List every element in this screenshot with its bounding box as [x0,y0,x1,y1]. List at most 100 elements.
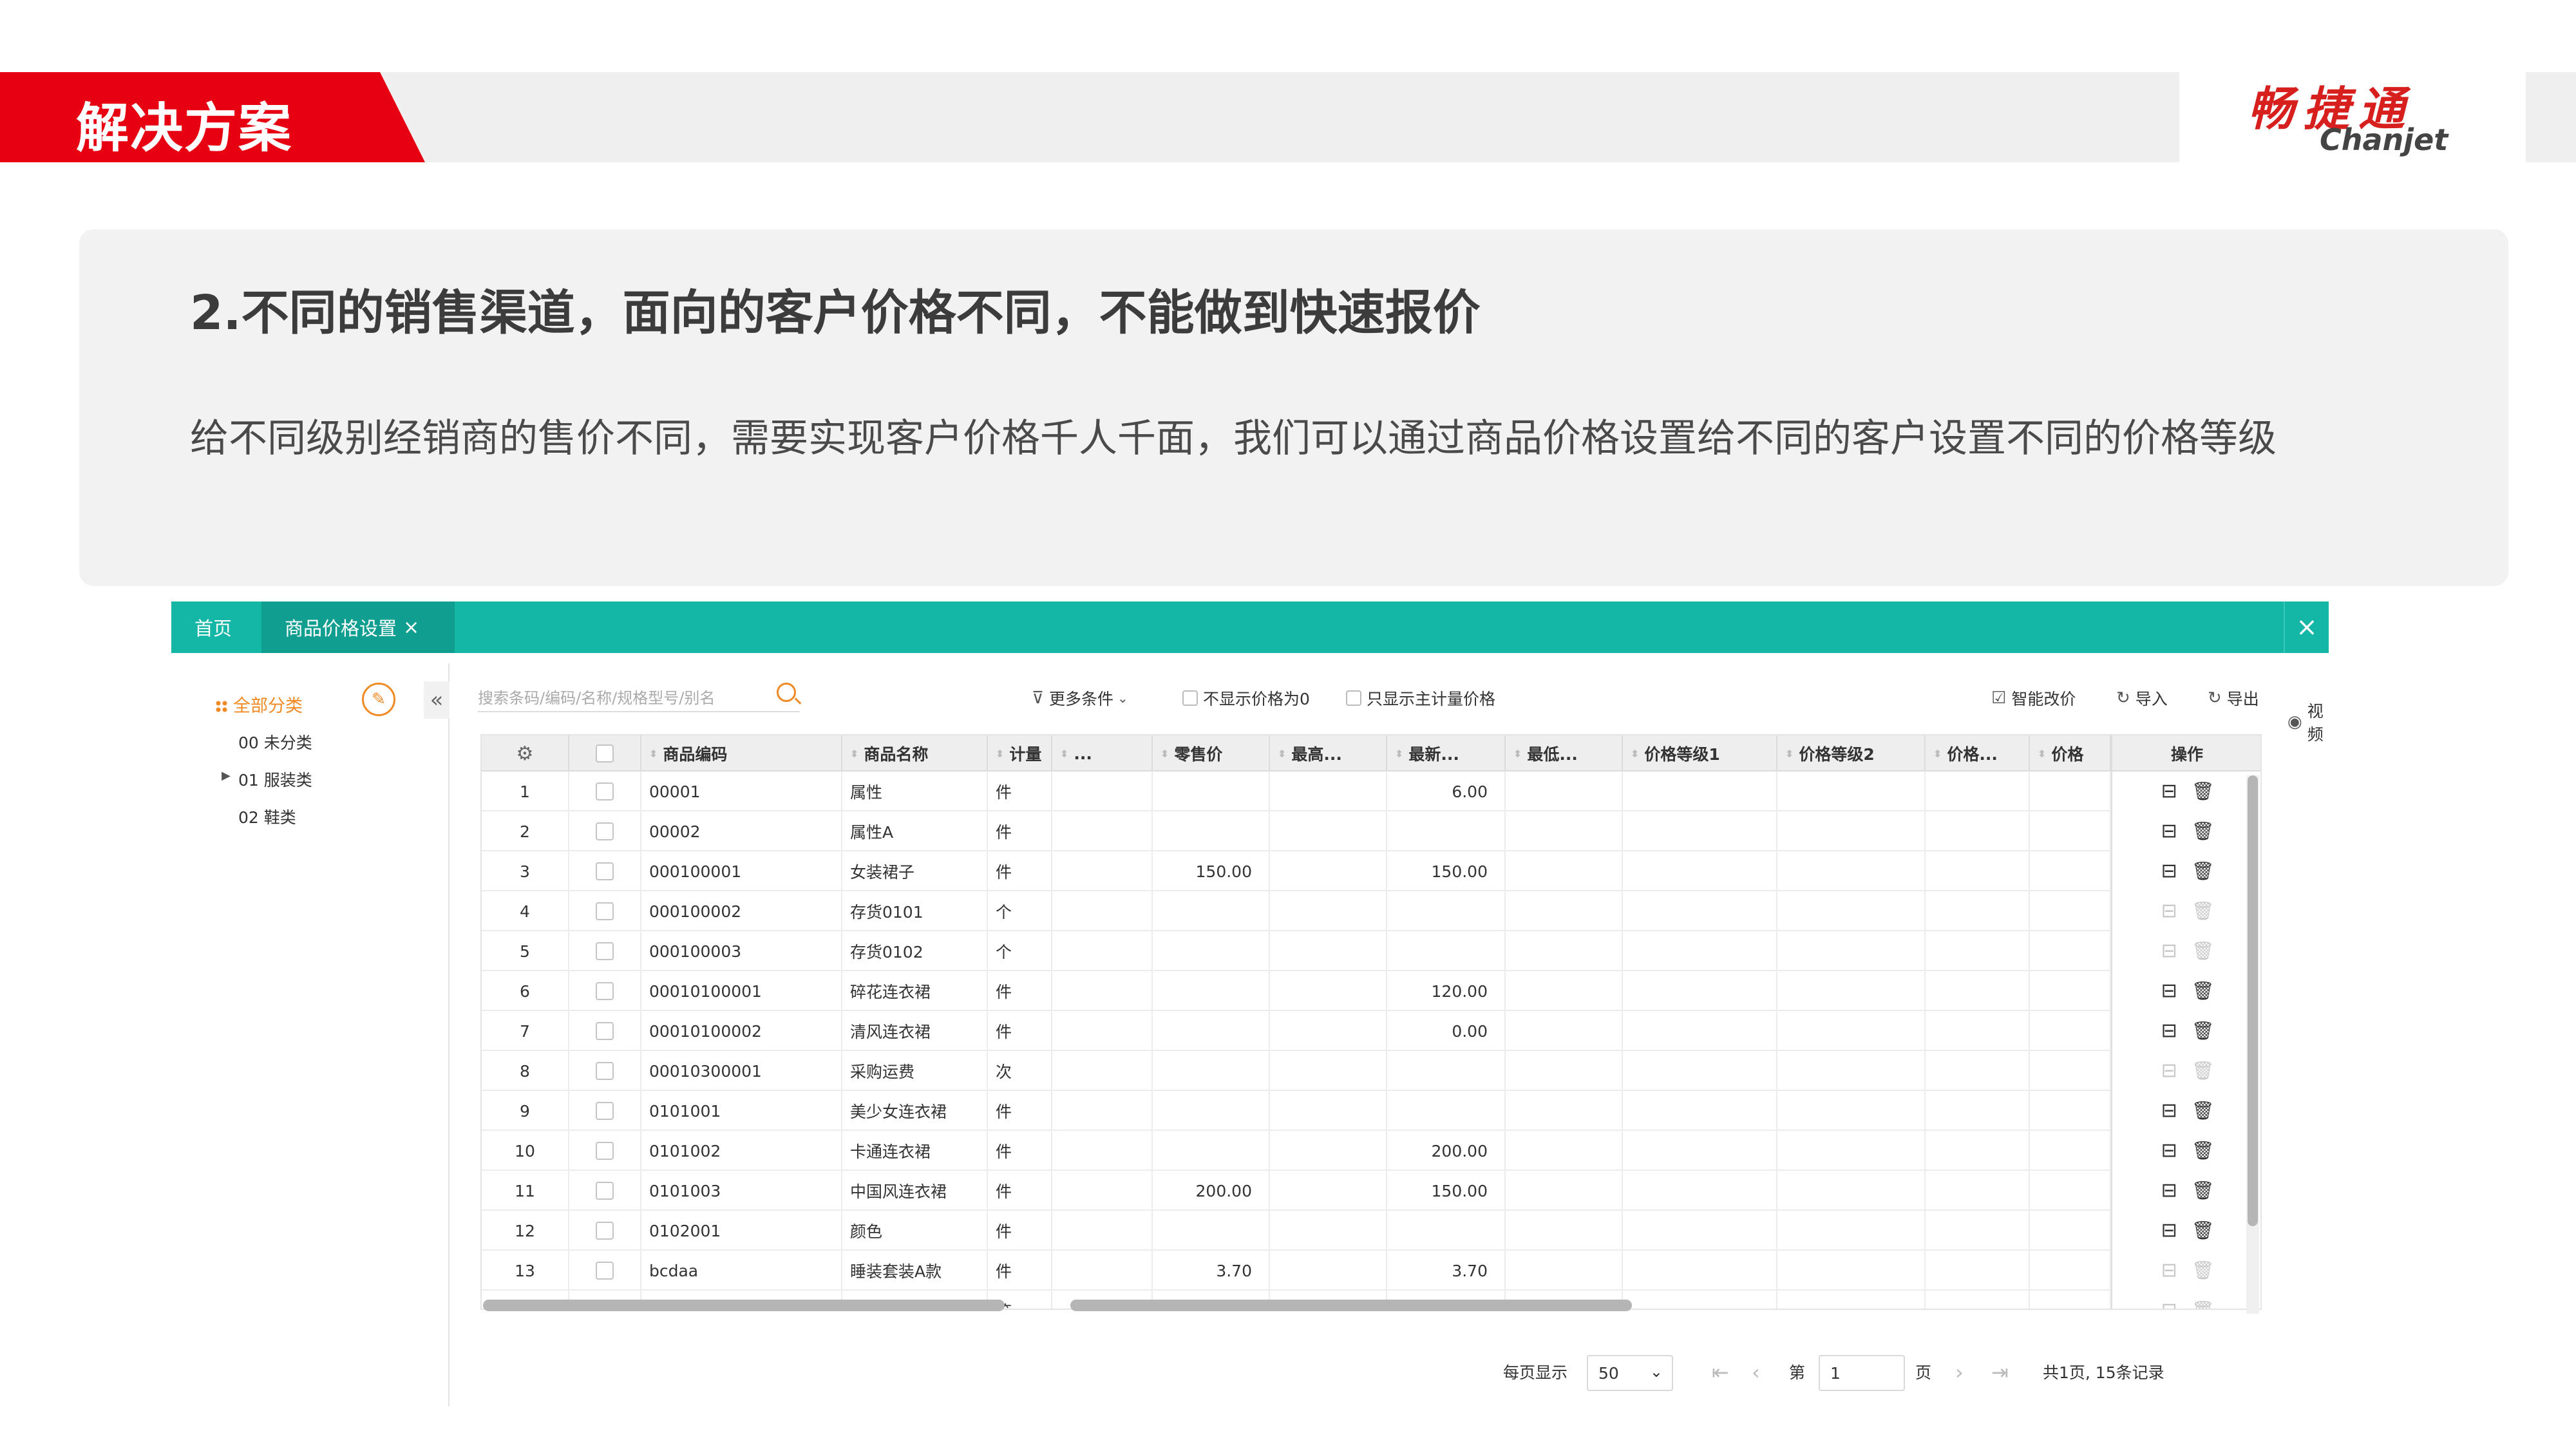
vertical-scrollbar[interactable] [2246,775,2259,1314]
window-close-icon[interactable]: × [2284,601,2329,653]
edit-price-icon[interactable]: ⊟ [2161,981,2177,1001]
trash-icon[interactable]: 🗑 [2192,1102,2215,1120]
column-header[interactable]: ⬍ 最低... [1506,735,1623,772]
more-conditions-button[interactable]: ⊽ 更多条件 ⌄ [1032,687,1133,710]
table-row[interactable]: 10 0101002 卡通连衣裙件 200.00 ⊟ 🗑 [482,1131,2260,1171]
horizontal-scroll-thumb-left[interactable] [483,1300,1005,1311]
per-page-select[interactable]: 50 ⌄ [1587,1355,1673,1391]
edit-price-icon[interactable]: ⊟ [2161,862,2177,881]
trash-icon[interactable]: 🗑 [2192,862,2215,880]
trash-icon[interactable]: 🗑 [2192,1302,2215,1309]
sort-icon[interactable]: ⬍ [1278,748,1286,760]
table-row[interactable]: 8 00010300001 采购运费次 ⊟ 🗑 [482,1051,2260,1091]
row-checkbox[interactable] [596,822,614,840]
search-icon[interactable] [777,683,796,702]
sort-icon[interactable]: ⬍ [996,748,1004,760]
hide-zero-price-checkbox[interactable]: 不显示价格为0 [1182,687,1310,710]
sort-icon[interactable]: ⬍ [1395,748,1403,760]
edit-price-icon[interactable]: ⊟ [2161,822,2177,841]
table-row[interactable]: 6 00010100001 碎花连衣裙件 120.00 ⊟ 🗑 [482,971,2260,1011]
gear-icon[interactable]: ⚙ [516,743,534,765]
trash-icon[interactable]: 🗑 [2192,1062,2215,1080]
export-button[interactable]: ↻ 导出 [2208,687,2259,710]
trash-icon[interactable]: 🗑 [2192,782,2215,800]
trash-icon[interactable]: 🗑 [2192,942,2215,960]
edit-price-icon[interactable]: ⊟ [2161,1141,2177,1160]
trash-icon[interactable]: 🗑 [2192,1142,2215,1160]
row-checkbox[interactable] [596,862,614,880]
sort-icon[interactable]: ⬍ [649,748,658,760]
row-checkbox[interactable] [596,1262,614,1280]
sort-icon[interactable]: ⬍ [1160,748,1169,760]
trash-icon[interactable]: 🗑 [2192,1222,2215,1240]
import-button[interactable]: ↻ 导入 [2116,687,2168,710]
collapse-sidebar-icon[interactable]: « [424,681,450,719]
trash-icon[interactable]: 🗑 [2192,982,2215,1000]
main-unit-only-checkbox[interactable]: 只显示主计量价格 [1346,687,1495,710]
row-checkbox[interactable] [596,1022,614,1040]
checkbox-icon[interactable] [1182,690,1198,706]
edit-price-icon[interactable]: ⊟ [2161,1221,2177,1240]
column-header[interactable]: ⬍... [1052,735,1153,772]
column-header[interactable]: ⬍ 计量 [988,735,1052,772]
tab-home[interactable]: 首页 [171,601,261,653]
row-checkbox[interactable] [596,1062,614,1080]
column-header[interactable]: ⬍ 最高... [1270,735,1387,772]
edit-price-icon[interactable]: ⊟ [2161,1261,2177,1280]
row-checkbox[interactable] [596,1102,614,1120]
row-checkbox[interactable] [596,942,614,960]
column-header[interactable]: ⬍ 价格等级2 [1777,735,1926,772]
edit-price-icon[interactable]: ⊟ [2161,1181,2177,1200]
select-all-header[interactable] [569,735,641,772]
video-button[interactable]: ◉ 视频 |ⓘ帮助 [2287,687,2329,757]
sort-icon[interactable]: ⬍ [2038,748,2046,760]
column-header[interactable]: ⬍ 零售价 [1153,735,1270,772]
edit-price-icon[interactable]: ⊟ [2161,942,2177,961]
edit-category-icon[interactable]: ✎ [362,683,395,716]
table-row[interactable]: 13 bcdaa 睡装套装A款件 3.70 3.70 ⊟ 🗑 [482,1251,2260,1291]
last-page-icon[interactable]: ⇥ [1991,1360,2009,1385]
edit-price-icon[interactable]: ⊟ [2161,1301,2177,1309]
table-row[interactable]: 7 00010100002 清风连衣裙件 0.00 ⊟ 🗑 [482,1011,2260,1051]
tab-close-icon[interactable]: × [403,616,419,639]
sort-icon[interactable]: ⬍ [1785,748,1794,760]
all-categories[interactable]: 全部分类 [215,692,303,717]
tree-item-uncategorized[interactable]: 00 未分类 [238,730,312,753]
horizontal-scroll-thumb-right[interactable] [1070,1300,1632,1311]
sort-icon[interactable]: ⬍ [1631,748,1639,760]
column-header[interactable]: ⬍ 最新... [1387,735,1506,772]
edit-price-icon[interactable]: ⊟ [2161,1101,2177,1121]
edit-price-icon[interactable]: ⊟ [2161,902,2177,921]
table-row[interactable]: 2 00002 属性A 件 ⊟ 🗑 [482,811,2260,851]
table-row[interactable]: 11 0101003 中国风连衣裙件 200.00 150.00 ⊟ 🗑 [482,1171,2260,1211]
table-row[interactable]: 1 00001 属性件 6.00 ⊟ 🗑 [482,772,2260,811]
edit-price-icon[interactable]: ⊟ [2161,1021,2177,1041]
tree-item-shoes[interactable]: 02 鞋类 [238,805,296,828]
tab-price-settings[interactable]: 商品价格设置 × [261,601,455,653]
column-header[interactable]: ⬍ 价格等级1 [1623,735,1777,772]
prev-page-icon[interactable]: ‹ [1752,1360,1760,1385]
row-checkbox[interactable] [596,1222,614,1240]
select-all-checkbox[interactable] [596,744,614,762]
column-header[interactable]: ⬍ 商品编码 [641,735,842,772]
smart-price-button[interactable]: ☑ 智能改价 [1991,687,2076,710]
next-page-icon[interactable]: › [1955,1360,1964,1385]
sort-icon[interactable]: ⬍ [1060,748,1068,760]
page-input[interactable]: 1 [1819,1355,1905,1391]
table-row[interactable]: 5 000100003 存货0102 个 ⊟ 🗑 [482,931,2260,971]
table-row[interactable]: 4 000100002 存货0101 个 ⊟ 🗑 [482,891,2260,931]
table-row[interactable]: 3 000100001 女装裙子件 150.00 150.00 ⊟ 🗑 [482,851,2260,891]
checkbox-icon[interactable] [1346,690,1361,706]
row-checkbox[interactable] [596,902,614,920]
row-checkbox[interactable] [596,1142,614,1160]
settings-column-header[interactable]: ⚙ [482,735,569,772]
edit-price-icon[interactable]: ⊟ [2161,1061,2177,1081]
row-checkbox[interactable] [596,782,614,800]
sort-icon[interactable]: ⬍ [1513,748,1522,760]
search-input[interactable]: 搜索条码/编码/名称/规格型号/别名 [478,679,800,712]
table-row[interactable]: 12 0102001 颜色件 ⊟ 🗑 [482,1211,2260,1251]
first-page-icon[interactable]: ⇤ [1712,1360,1729,1385]
table-row[interactable]: 9 0101001 美少女连衣裙件 ⊟ 🗑 [482,1091,2260,1131]
trash-icon[interactable]: 🗑 [2192,1182,2215,1200]
edit-price-icon[interactable]: ⊟ [2161,782,2177,801]
